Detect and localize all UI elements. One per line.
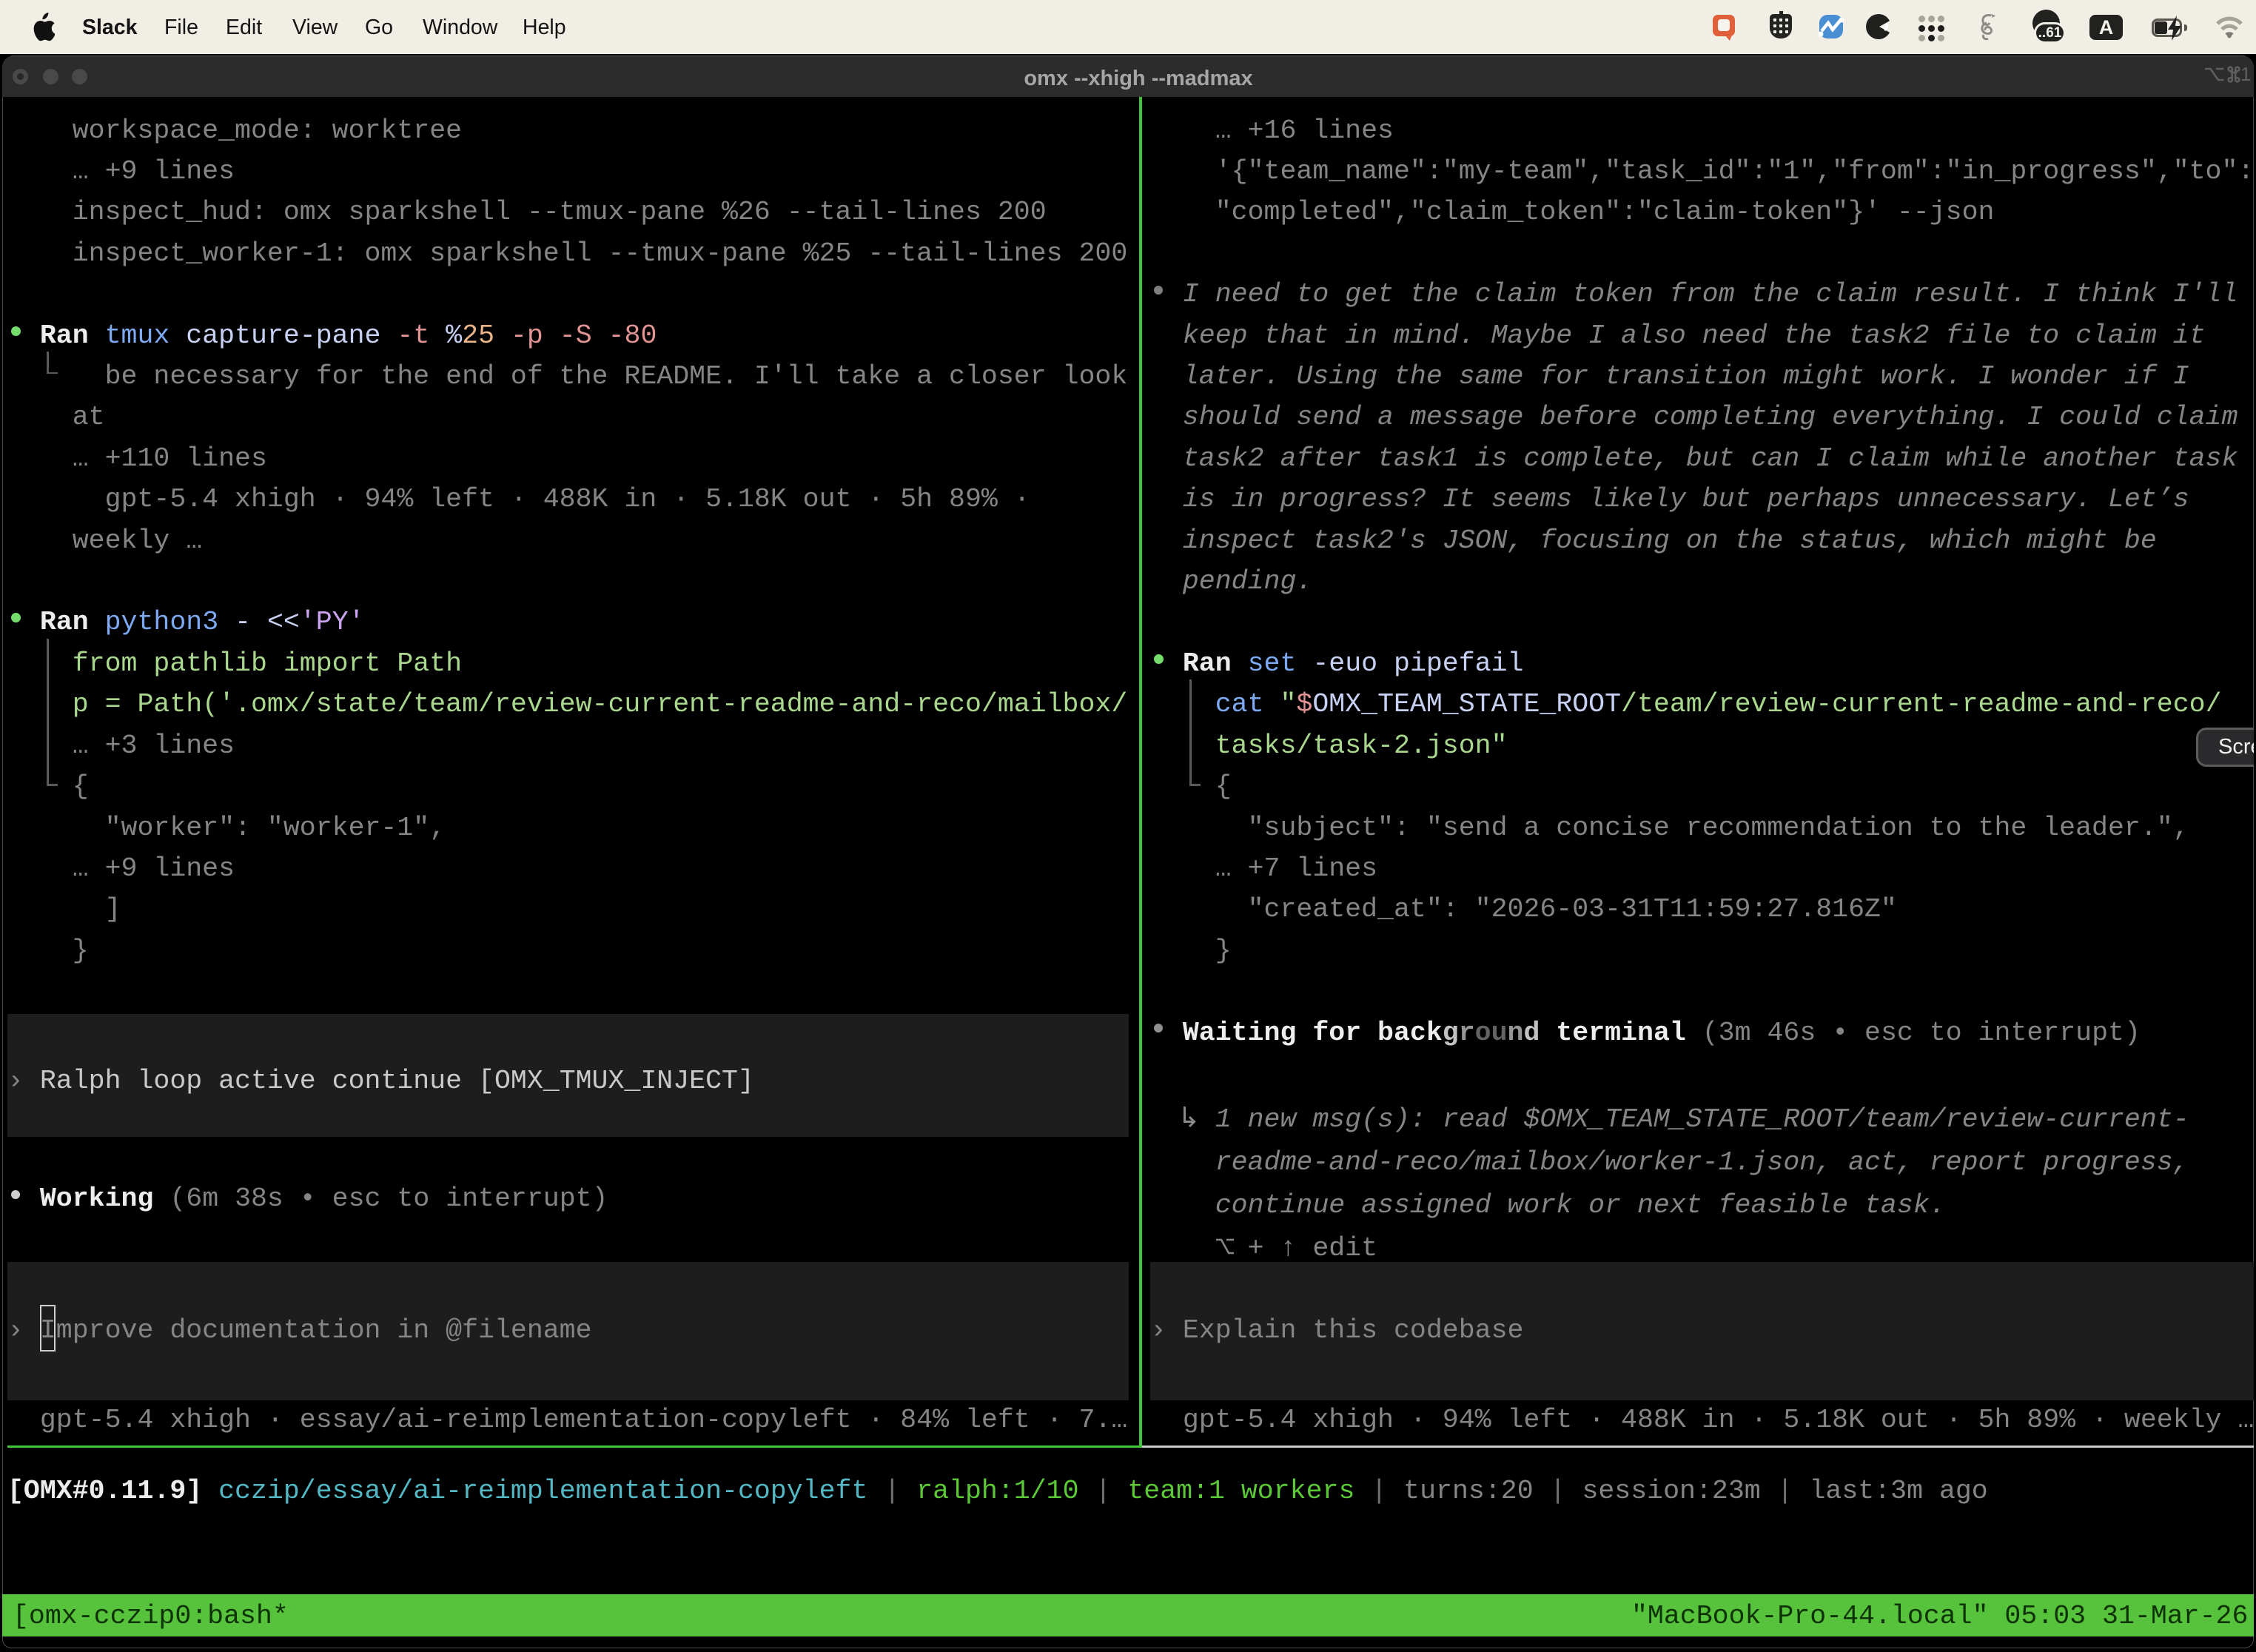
- svg-text:1: 1: [2240, 63, 2251, 85]
